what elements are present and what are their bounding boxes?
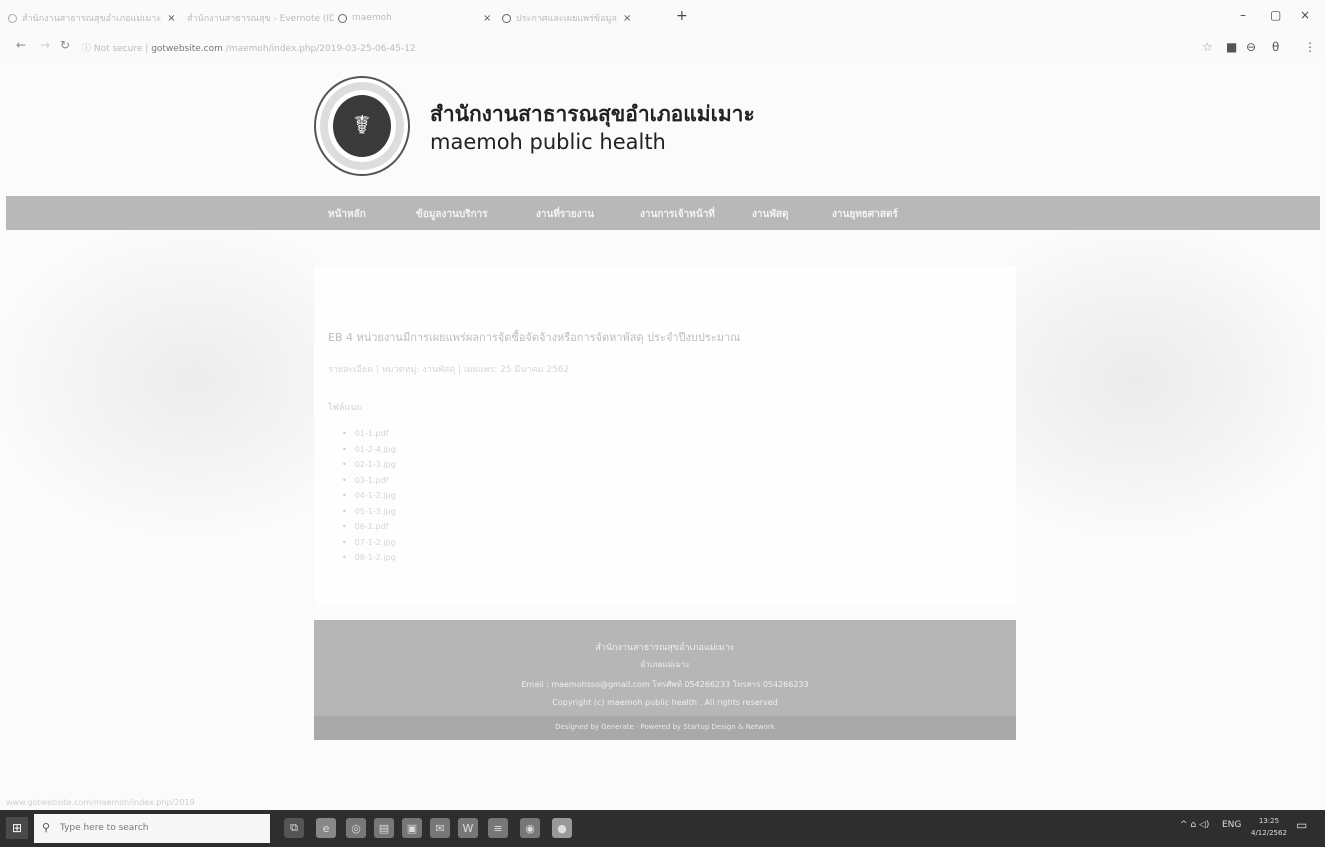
task-view-icon[interactable]: ⧉ xyxy=(284,818,304,838)
browser-status-url: www.gotwebsite.com/maemoh/index.php/2019 xyxy=(6,798,195,807)
tab-label: ประกาศและเผยแพร่ข้อมูล xyxy=(516,14,617,24)
attachment-link[interactable]: 07-1-2.jpg xyxy=(342,535,396,551)
tray-language[interactable]: ENG xyxy=(1222,820,1241,830)
windows-taskbar: ⊞ ⚲ Type here to search ⧉ e ◎ ▤ ▣ ✉ W ≡ … xyxy=(0,810,1325,847)
close-tab-icon[interactable]: × xyxy=(623,13,631,24)
new-tab-button[interactable]: + xyxy=(676,8,688,24)
url-path: /maemoh/index.php/2019-03-25-06-45-12 xyxy=(225,44,416,54)
globe-favicon-icon xyxy=(338,13,347,23)
attachment-link[interactable]: 05-1-3.jpg xyxy=(342,504,396,520)
attachment-link[interactable]: 04-1-2.jpg xyxy=(342,488,396,504)
browser-tab-3[interactable]: maemoh × xyxy=(338,8,498,28)
notification-icon[interactable]: ▭ xyxy=(1296,818,1307,832)
attachment-link[interactable]: 02-1-3.jpg xyxy=(342,457,396,473)
article-title[interactable]: EB 4 หน่วยงานมีการเผยแพร่ผลการจัดซื้อจัด… xyxy=(328,328,740,346)
evernote-icon[interactable]: ≡ xyxy=(488,818,508,838)
nav-item-procurement[interactable]: งานพัสดุ xyxy=(752,207,789,222)
tray-icons[interactable]: ^ ⌂ ◁) xyxy=(1180,820,1209,830)
attachment-link[interactable]: 01-2-4.jpg xyxy=(342,442,396,458)
file-explorer-icon[interactable]: ▤ xyxy=(374,818,394,838)
windows-start-icon[interactable]: ⊞ xyxy=(6,817,28,839)
ministry-of-public-health-logo[interactable]: ☤ xyxy=(314,76,410,176)
browser-tab-4-active[interactable]: ประกาศและเผยแพร่ข้อมูล × xyxy=(502,8,672,28)
reload-icon[interactable]: ↻ xyxy=(60,38,70,52)
footer-copyright: Copyright (c) maemoh public health . All… xyxy=(552,698,778,707)
logo-ring xyxy=(320,82,404,170)
close-tab-icon[interactable]: × xyxy=(167,13,175,24)
attachment-link[interactable]: 03-1.pdf xyxy=(342,473,396,489)
nav-item-strategy[interactable]: งานยุทธศาสตร์ xyxy=(832,207,898,222)
browser-toolbar: ← → ↻ ⓘ Not secure | gotwebsite.com /mae… xyxy=(0,34,1325,60)
search-placeholder: Type here to search xyxy=(60,823,149,833)
attachments-heading: ไฟล์แนบ xyxy=(328,403,363,413)
nav-item-home[interactable]: หน้าหลัก xyxy=(328,207,366,222)
word-icon[interactable]: W xyxy=(458,818,478,838)
address-bar[interactable]: ⓘ Not secure | gotwebsite.com /maemoh/in… xyxy=(82,41,416,54)
attachment-link[interactable]: 06-1.pdf xyxy=(342,519,396,535)
main-navigation: หน้าหลัก ข้อมูลงานบริการ งานที่รายงาน งา… xyxy=(6,196,1320,230)
tab-label: สำนักงานสาธารณสุขอำเภอแม่เมาะ xyxy=(22,14,162,24)
chrome-browser-icon[interactable]: ◎ xyxy=(346,818,366,838)
close-tab-icon[interactable]: × xyxy=(483,13,491,24)
attachment-link[interactable]: 08-1-2.jpg xyxy=(342,550,396,566)
chrome-active-icon[interactable]: ● xyxy=(552,818,572,838)
nav-item-service-info[interactable]: ข้อมูลงานบริการ xyxy=(416,207,488,222)
maximize-button[interactable]: ▢ xyxy=(1270,8,1281,22)
background-art-right xyxy=(1010,230,1325,530)
footer-district: อำเภอแม่เมาะ xyxy=(640,660,690,669)
profile-icon[interactable]: θ xyxy=(1272,40,1279,54)
extension-icon[interactable]: ■ xyxy=(1226,40,1237,54)
info-icon: ⓘ xyxy=(82,44,94,54)
site-title-english[interactable]: maemoh public health xyxy=(430,130,666,154)
taskbar-clock[interactable]: 13:25 4/12/2562 xyxy=(1251,815,1287,839)
site-footer: สำนักงานสาธารณสุขอำเภอแม่เมาะ อำเภอแม่เม… xyxy=(314,620,1016,716)
close-window-button[interactable]: × xyxy=(1300,8,1310,22)
article-content: EB 4 หน่วยงานมีการเผยแพร่ผลการจัดซื้อจัด… xyxy=(314,266,1016,606)
globe-favicon-icon xyxy=(502,13,511,23)
screen: สำนักงานสาธารณสุขอำเภอแม่เมาะ × สำนักงาน… xyxy=(0,0,1325,847)
search-icon: ⚲ xyxy=(42,821,51,834)
cast-icon[interactable]: ⊖ xyxy=(1246,40,1256,54)
footer-credit: Designed by Generate · Powered by Startu… xyxy=(555,723,775,731)
attachment-list: 01-1.pdf 01-2-4.jpg 02-1-3.jpg 03-1.pdf … xyxy=(342,426,396,566)
bookmark-star-icon[interactable]: ☆ xyxy=(1202,40,1213,54)
footer-credit-bar: Designed by Generate · Powered by Startu… xyxy=(314,716,1016,740)
browser-tab-2[interactable]: สำนักงานสาธารณสุข - Evernote (ID) × xyxy=(182,8,334,28)
site-favicon-icon xyxy=(8,13,17,23)
security-label: Not secure xyxy=(93,44,143,54)
nav-item-staff[interactable]: งานการเจ้าหน้าที่ xyxy=(640,207,715,222)
web-page: ☤ สำนักงานสาธารณสุขอำเภอแม่เมาะ maemoh p… xyxy=(0,60,1325,810)
url-domain: gotwebsite.com xyxy=(151,44,223,54)
back-arrow-icon[interactable]: ← xyxy=(16,38,26,52)
tab-label: สำนักงานสาธารณสุข - Evernote (ID) xyxy=(187,14,334,24)
mail-icon[interactable]: ✉ xyxy=(430,818,450,838)
clock-time: 13:25 xyxy=(1258,817,1280,825)
minimize-button[interactable]: – xyxy=(1240,8,1246,22)
footer-contact: Email : maemohsso@gmail.com โทรศัพท์ 054… xyxy=(521,680,809,689)
footer-org-name: สำนักงานสาธารณสุขอำเภอแม่เมาะ xyxy=(595,643,735,653)
menu-kebab-icon[interactable]: ⋮ xyxy=(1304,40,1316,54)
article-meta: รายละเอียด | หมวดหมู่: งานพัสดุ | เผยแพร… xyxy=(328,365,570,375)
edge-browser-icon[interactable]: e xyxy=(316,818,336,838)
tab-label: maemoh xyxy=(352,13,392,23)
clock-date: 4/12/2562 xyxy=(1251,829,1287,837)
browser-tab-1[interactable]: สำนักงานสาธารณสุขอำเภอแม่เมาะ × xyxy=(8,8,178,28)
taskbar-search-box[interactable]: ⚲ Type here to search xyxy=(34,814,270,843)
browser-tab-strip: สำนักงานสาธารณสุขอำเภอแม่เมาะ × สำนักงาน… xyxy=(0,0,1325,34)
site-title-thai[interactable]: สำนักงานสาธารณสุขอำเภอแม่เมาะ xyxy=(430,98,755,131)
forward-arrow-icon[interactable]: → xyxy=(40,38,50,52)
background-art-left xyxy=(0,230,320,530)
app-icon[interactable]: ◉ xyxy=(520,818,540,838)
attachment-link[interactable]: 01-1.pdf xyxy=(342,426,396,442)
nav-item-reports[interactable]: งานที่รายงาน xyxy=(536,207,594,222)
store-icon[interactable]: ▣ xyxy=(402,818,422,838)
